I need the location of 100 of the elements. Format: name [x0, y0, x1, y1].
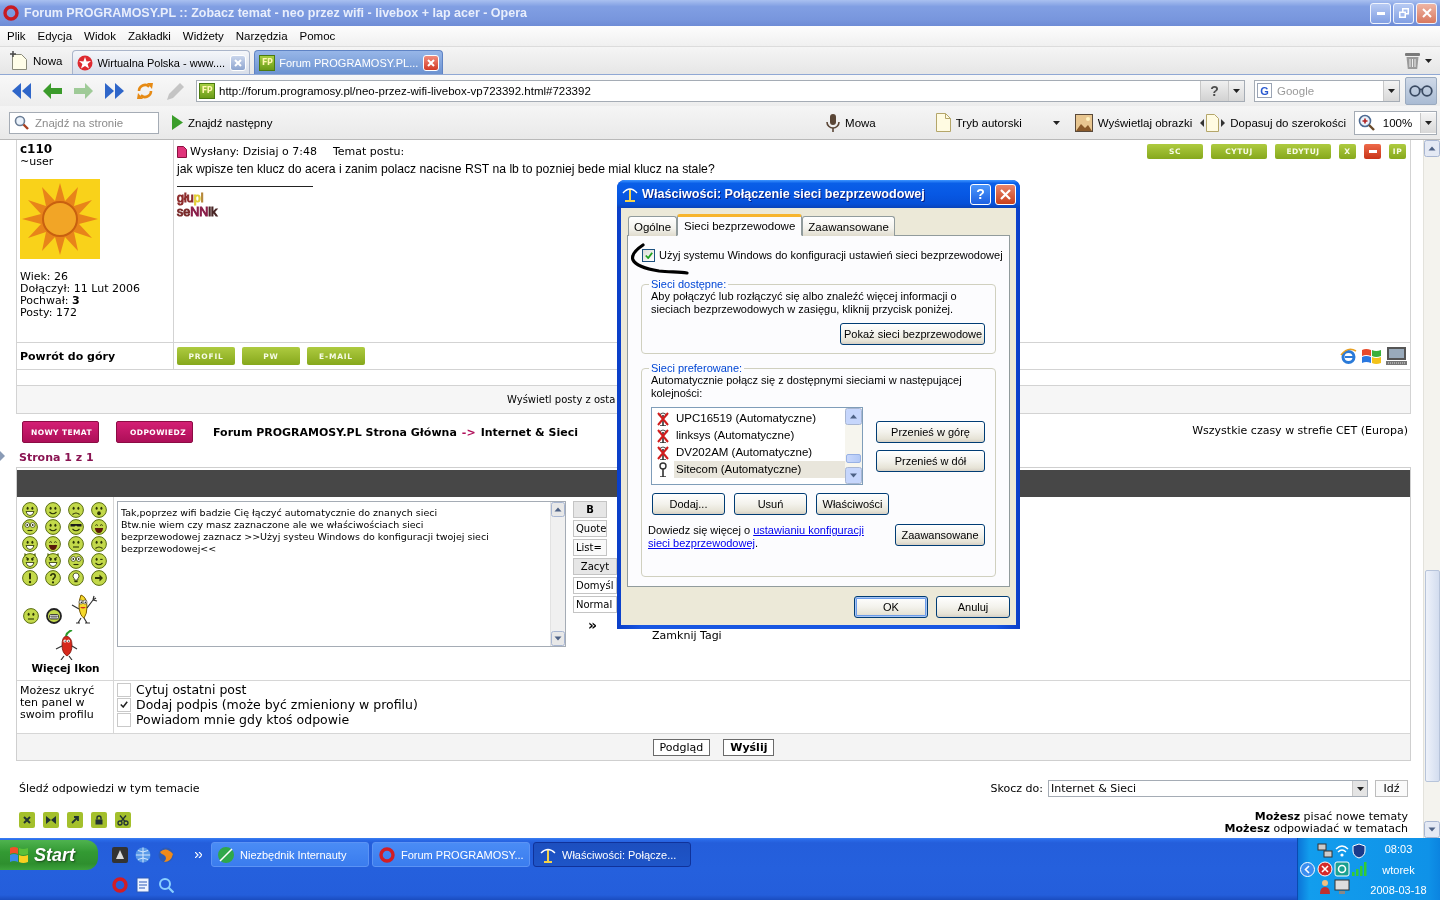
- lock-icon[interactable]: [91, 812, 107, 828]
- globe-icon[interactable]: [135, 847, 151, 863]
- help-button[interactable]: ?: [970, 183, 991, 205]
- question-icon[interactable]: [45, 570, 61, 586]
- surprised-face-icon[interactable]: [91, 502, 107, 518]
- format-button[interactable]: Zacyt: [573, 558, 617, 575]
- scroll-down-icon[interactable]: [845, 467, 862, 484]
- arrow-up-right-icon[interactable]: [67, 812, 83, 828]
- devil-face-icon[interactable]: [45, 553, 61, 569]
- magnifier-icon[interactable]: [158, 877, 174, 893]
- format-button[interactable]: B: [573, 501, 607, 518]
- breadcrumb-link[interactable]: Internet & Sieci: [480, 425, 578, 439]
- smiley-face-icon[interactable]: [45, 502, 61, 518]
- dialog-tab[interactable]: Zaawansowane: [802, 216, 895, 236]
- find-next-button[interactable]: Znajdź następny: [170, 110, 275, 135]
- more-tags-button[interactable]: »: [588, 618, 598, 632]
- dialog-tab[interactable]: Ogólne: [628, 216, 678, 236]
- delete-icon[interactable]: [19, 812, 35, 828]
- chevron-left-icon[interactable]: [1300, 861, 1315, 877]
- dialog-button[interactable]: OK: [854, 596, 928, 618]
- lightbulb-icon[interactable]: [68, 570, 84, 586]
- taskbar-button[interactable]: Właściwości: Połącze...: [533, 842, 691, 867]
- teeth-grin-icon[interactable]: [46, 608, 62, 624]
- search-field[interactable]: G Google: [1254, 79, 1400, 102]
- menu-item[interactable]: Plik: [1, 30, 32, 42]
- monitor-icon[interactable]: [1334, 879, 1350, 895]
- list-action-button[interactable]: Dodaj...: [652, 493, 725, 515]
- menu-item[interactable]: Narzędzia: [229, 30, 294, 42]
- taskbar-button[interactable]: Forum PROGRAMOSY...: [372, 842, 530, 867]
- go-button[interactable]: Idź: [1375, 780, 1408, 797]
- scroll-up-icon[interactable]: [551, 502, 565, 517]
- help-link[interactable]: ustawianiu konfiguracji: [753, 524, 864, 536]
- dialog-button[interactable]: Anuluj: [936, 596, 1010, 618]
- more-icons-link[interactable]: Więcej Ikon: [31, 662, 104, 674]
- back-to-top-link[interactable]: Powrót do góry: [20, 349, 116, 363]
- move-button[interactable]: Przenieś w górę: [876, 420, 985, 443]
- scrollbar[interactable]: [845, 408, 862, 484]
- format-select[interactable]: Normal: [573, 596, 617, 613]
- goggle-eyed-face-icon[interactable]: [68, 553, 84, 569]
- dropdown-button[interactable]: [1383, 80, 1399, 101]
- delete-button[interactable]: [1364, 144, 1381, 159]
- grin-face-icon[interactable]: [22, 536, 38, 552]
- grin-face-icon[interactable]: [22, 502, 38, 518]
- toolbar-button[interactable]: Tryb autorski: [933, 110, 1024, 135]
- submit-button[interactable]: Wyślij: [723, 738, 775, 756]
- new-tab-button[interactable]: Nowa: [8, 49, 66, 72]
- menu-item[interactable]: Widżety: [176, 30, 230, 42]
- laughing-face-icon[interactable]: [91, 519, 107, 535]
- dropdown-button[interactable]: [1352, 781, 1367, 796]
- trash-button[interactable]: [1405, 52, 1432, 69]
- browser-tab[interactable]: Wirtualna Polska - www....: [72, 50, 251, 74]
- panel-toggle-icon[interactable]: [0, 451, 5, 461]
- author-name[interactable]: c110: [20, 143, 53, 156]
- wink-face-icon[interactable]: [91, 553, 107, 569]
- devil-face-icon[interactable]: [22, 553, 38, 569]
- scroll-down-icon[interactable]: [1424, 821, 1440, 838]
- browser-icon[interactable]: [1340, 347, 1357, 365]
- menu-item[interactable]: Pomoc: [293, 30, 342, 42]
- exclamation-icon[interactable]: [22, 570, 38, 586]
- network-list-item[interactable]: UPC16519 (Automatyczne): [674, 410, 845, 427]
- scroll-up-icon[interactable]: [1424, 140, 1440, 157]
- scroll-up-icon[interactable]: [845, 408, 862, 425]
- checkbox[interactable]: [642, 249, 655, 262]
- close-button[interactable]: [1416, 2, 1437, 24]
- toolbar-button[interactable]: Wyświetlaj obrazki: [1072, 110, 1195, 135]
- merge-icon[interactable]: [43, 812, 59, 828]
- format-select[interactable]: Domyśl: [573, 577, 617, 594]
- minimize-button[interactable]: [1370, 2, 1391, 24]
- menu-item[interactable]: Zakładki: [122, 30, 177, 42]
- app-tile-icon[interactable]: [1334, 861, 1350, 877]
- address-field[interactable]: FP http://forum.programosy.pl/neo-przez-wifi-livebox-vp723392.html#723392 ?: [196, 79, 1245, 102]
- dropdown-button[interactable]: [1228, 80, 1244, 101]
- chevron-icon[interactable]: [195, 852, 202, 858]
- scissors-icon[interactable]: [115, 812, 131, 828]
- network-list-item[interactable]: DV202AM (Automatyczne): [674, 444, 845, 461]
- scrollbar-thumb[interactable]: [846, 454, 861, 463]
- laughing-face-icon[interactable]: [45, 536, 61, 552]
- close-tags-link[interactable]: Zamknij Tagi: [652, 629, 722, 642]
- help-link[interactable]: sieci bezprzewodowej: [648, 537, 755, 549]
- show-networks-button[interactable]: Pokaż sieci bezprzewodowe: [840, 323, 985, 345]
- globe-icon[interactable]: [158, 847, 174, 863]
- taskbar-button[interactable]: Niezbędnik Internauty: [211, 842, 369, 867]
- breadcrumb-link[interactable]: Forum PROGRAMOSY.PL Strona Główna: [213, 425, 457, 439]
- watch-topic-link[interactable]: Śledź odpowiedzi w tym temacie: [19, 782, 200, 795]
- shield-icon[interactable]: [1351, 843, 1367, 859]
- scrollbar-thumb[interactable]: [1425, 570, 1440, 782]
- person-icon[interactable]: [1317, 879, 1333, 895]
- x-circle-icon[interactable]: [1317, 861, 1333, 877]
- submit-button[interactable]: Podgląd: [652, 738, 711, 756]
- network-list-item[interactable]: linksys (Automatyczne): [674, 427, 845, 444]
- neutral-face-icon[interactable]: [23, 608, 39, 624]
- find-field[interactable]: Znajdź na stronie: [9, 111, 159, 134]
- tile-icon[interactable]: [112, 847, 128, 863]
- toolbar-button[interactable]: Mowa: [824, 110, 878, 135]
- computers-icon[interactable]: [1317, 843, 1333, 859]
- menu-item[interactable]: Widok: [78, 30, 122, 42]
- advanced-button[interactable]: Zaawansowane: [895, 524, 985, 546]
- dialog-tab[interactable]: Sieci bezprzewodowe: [677, 214, 803, 236]
- smiley-face-icon[interactable]: [45, 519, 61, 535]
- dropdown-button[interactable]: [1420, 112, 1436, 133]
